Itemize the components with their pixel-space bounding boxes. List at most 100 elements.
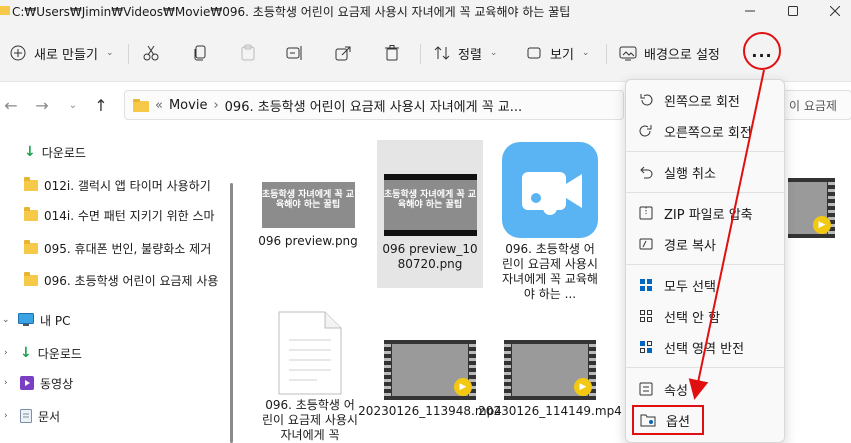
menu-item-label: 속성 xyxy=(664,383,688,399)
breadcrumb-movie[interactable]: Movie xyxy=(169,98,207,113)
close-button[interactable] xyxy=(812,0,851,22)
menu-item-options[interactable]: 옵션 xyxy=(632,405,704,435)
more-options-button[interactable]: ... xyxy=(743,32,781,70)
video-folder-icon xyxy=(20,376,34,390)
menu-item-rotate-left[interactable]: 왼쪽으로 회전 xyxy=(632,85,780,115)
toolbar-divider xyxy=(128,44,129,64)
folder-icon xyxy=(24,206,38,221)
play-icon: ▶ xyxy=(813,216,831,234)
cut-button[interactable] xyxy=(141,38,161,68)
menu-item-select-none[interactable]: 선택 안 함 xyxy=(632,301,780,331)
select-all-icon xyxy=(638,277,654,293)
text-document-icon xyxy=(278,311,342,395)
sidebar-item-label: 문서 xyxy=(38,409,61,424)
zip-icon xyxy=(638,205,654,221)
file-item-selected[interactable]: 초등학생 자녀에게 꼭 교육해야 하는 꿀팁 096 preview_10807… xyxy=(377,140,483,288)
file-name: 096. 초등학생 어린이 요금제 사용시 자녀에게 꼭 교육해야 하는 ... xyxy=(502,242,598,301)
breadcrumb-separator: › xyxy=(213,97,219,113)
video-app-icon xyxy=(502,142,598,238)
file-name: 096. 초등학생 어린이 요금제 사용시 자녀에게 꼭 xyxy=(262,398,358,442)
toolbar-divider xyxy=(606,44,607,64)
menu-item-label: 선택 안 함 xyxy=(664,310,721,326)
sidebar-item-downloads-quick[interactable]: ↓ 다운로드 📌 xyxy=(24,140,86,164)
recent-button[interactable]: ⌄ xyxy=(64,96,82,114)
menu-item-label: 경로 복사 xyxy=(664,238,716,254)
document-icon xyxy=(20,409,32,423)
menu-item-rotate-right[interactable]: 오른쪽으로 회전 xyxy=(632,116,780,146)
delete-button[interactable] xyxy=(382,38,402,68)
video-thumbnail: ▶ xyxy=(384,340,476,400)
menu-item-copy-path[interactable]: 경로 복사 xyxy=(632,229,780,259)
plus-circle-icon xyxy=(8,43,28,63)
copy-button[interactable] xyxy=(190,38,210,68)
sidebar-item-videos[interactable]: › 동영상 xyxy=(4,371,73,395)
address-bar[interactable]: « Movie › 096. 초등학생 어린이 요금제 사용시 자녀에게 꼭 교… xyxy=(124,90,624,120)
new-button[interactable]: 새로 만들기 ⌄ xyxy=(8,38,113,68)
sidebar-item-folder-095[interactable]: 095. 휴대폰 번인, 불량화소 제거 xyxy=(24,236,224,260)
up-button[interactable]: ↑ xyxy=(92,96,110,115)
file-name: 096 preview.png xyxy=(258,234,358,248)
paste-button[interactable] xyxy=(238,38,258,68)
search-input[interactable]: 이 요금제 xyxy=(782,90,851,120)
file-item[interactable]: ▶ 20230126_113948.mp4 xyxy=(358,340,502,419)
sort-arrows-icon xyxy=(432,43,452,63)
play-icon: ▶ xyxy=(454,378,472,396)
arrow-left-icon: ← xyxy=(4,95,18,115)
share-button[interactable] xyxy=(333,38,353,68)
sidebar-item-label: 다운로드 xyxy=(41,145,86,160)
menu-item-select-all[interactable]: 모두 선택 xyxy=(632,270,780,300)
minimize-icon xyxy=(745,10,755,12)
toolbar-divider xyxy=(420,44,421,64)
breadcrumb-current-folder[interactable]: 096. 초등학생 어린이 요금제 사용시 자녀에게 꼭 교... xyxy=(225,96,523,115)
menu-item-invert-selection[interactable]: 선택 영역 반전 xyxy=(632,332,780,362)
file-item[interactable]: 초등학생 자녀에게 꼭 교육해야 하는 꿀팁 096 preview.png xyxy=(258,182,358,249)
menu-item-properties[interactable]: 속성 xyxy=(632,374,780,404)
menu-item-compress-zip[interactable]: ZIP 파일로 압축 xyxy=(632,198,780,228)
menu-item-label: 옵션 xyxy=(666,414,690,430)
play-icon: ▶ xyxy=(574,378,592,396)
back-button[interactable]: ← xyxy=(2,95,20,115)
minimize-button[interactable] xyxy=(727,0,773,22)
rename-button[interactable] xyxy=(285,38,305,68)
sidebar-item-folder-096[interactable]: 096. 초등학생 어린이 요금제 사용 xyxy=(24,268,224,292)
sidebar-item-downloads[interactable]: › ↓ 다운로드 xyxy=(4,341,82,365)
file-item[interactable]: 096. 초등학생 어린이 요금제 사용시 자녀에게 꼭 xyxy=(258,310,362,443)
sidebar-item-this-pc[interactable]: ⌄ 내 PC xyxy=(2,308,70,332)
rotate-left-icon xyxy=(638,92,654,108)
sidebar-item-label: 다운로드 xyxy=(37,346,82,361)
sidebar-item-folder-014i[interactable]: 014i. 수면 패턴 지키기 위한 스마 xyxy=(24,203,224,227)
maximize-button[interactable] xyxy=(770,0,816,22)
chevron-down-icon: ⌄ xyxy=(68,99,78,111)
film-holes xyxy=(504,340,511,400)
window-title: C:₩Users₩Jimin₩Videos₩Movie₩096. 초등학생 어린… xyxy=(12,5,571,19)
command-bar: 새로 만들기 ⌄ 정렬 ⌄ 보기 ⌄ 배경으로 설정 ... xyxy=(0,22,851,82)
sort-button[interactable]: 정렬 ⌄ xyxy=(432,38,497,68)
sidebar-item-label: 096. 초등학생 어린이 요금제 사용 xyxy=(44,273,219,288)
menu-item-label: ZIP 파일로 압축 xyxy=(664,207,753,223)
file-item[interactable]: ▶ 20230126_114149.mp4 xyxy=(478,340,622,419)
menu-item-label: 모두 선택 xyxy=(664,279,716,295)
sidebar-item-documents[interactable]: › 문서 xyxy=(4,404,60,428)
sidebar-item-folder-012i[interactable]: 012i. 갤럭시 앱 타이머 사용하기 xyxy=(24,173,224,197)
view-button[interactable]: 보기 ⌄ xyxy=(524,38,589,68)
menu-item-label: 오른쪽으로 회전 xyxy=(664,125,752,141)
forward-button[interactable]: → xyxy=(33,96,51,115)
file-name: 096 preview_1080720.png xyxy=(382,242,478,271)
set-background-label: 배경으로 설정 xyxy=(644,47,720,63)
set-background-button[interactable]: 배경으로 설정 xyxy=(618,38,720,68)
file-item[interactable]: 096. 초등학생 어린이 요금제 사용시 자녀에게 꼭 교육해야 하는 ... xyxy=(498,142,602,302)
chevron-right-icon: › xyxy=(4,378,8,388)
menu-divider xyxy=(626,192,784,193)
menu-item-undo[interactable]: 실행 취소 xyxy=(632,157,780,187)
more-options-menu: 왼쪽으로 회전 오른쪽으로 회전 실행 취소 ZIP 파일로 압축 경로 복사 … xyxy=(625,79,785,443)
chevron-down-icon: ⌄ xyxy=(489,48,498,58)
folder-icon xyxy=(24,271,38,286)
share-icon xyxy=(333,43,353,63)
video-thumbnail-partial[interactable]: ▶ xyxy=(788,178,835,238)
select-none-icon xyxy=(638,308,654,324)
monitor-icon xyxy=(18,313,34,326)
search-placeholder: 이 요금제 xyxy=(789,98,837,113)
sidebar-scrollbar[interactable] xyxy=(230,183,233,443)
sidebar-item-label: 내 PC xyxy=(40,313,71,328)
chevron-right-icon: › xyxy=(4,348,8,358)
